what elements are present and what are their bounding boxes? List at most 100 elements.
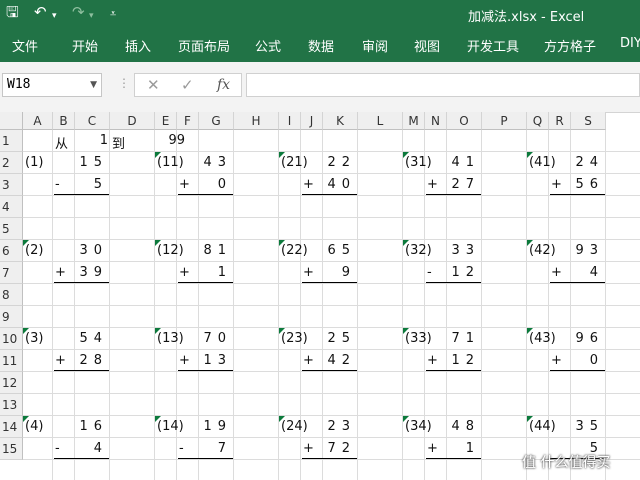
customize-icon[interactable]: ⩡ — [110, 6, 116, 22]
problem-top-operand: 54 — [79, 331, 108, 346]
sum-line — [178, 370, 233, 371]
column-header-d[interactable]: D — [110, 112, 155, 130]
problem-top-operand: 19 — [203, 419, 232, 434]
row-header-6[interactable]: 6 — [0, 240, 23, 262]
column-header-s[interactable]: S — [571, 112, 606, 130]
problem-operator: + — [179, 353, 190, 368]
tab-10[interactable]: DIY — [620, 36, 640, 51]
insert-function-icon[interactable]: fx — [217, 77, 230, 93]
name-box[interactable]: W18 ▼ — [2, 73, 102, 97]
problem-top-operand: 70 — [203, 331, 232, 346]
splitter-handle[interactable]: ⋮ — [118, 76, 130, 94]
problem-bottom-operand: 40 — [327, 177, 356, 192]
column-header-i[interactable]: I — [279, 112, 301, 130]
tab-8[interactable]: 开发工具 — [467, 36, 519, 55]
column-header-f[interactable]: F — [177, 112, 199, 130]
column-header-e[interactable]: E — [155, 112, 177, 130]
problem-top-operand: 71 — [451, 331, 480, 346]
confirm-icon[interactable]: ✓ — [181, 76, 194, 94]
column-header-b[interactable]: B — [53, 112, 75, 130]
problem-top-operand: 81 — [203, 243, 232, 258]
sum-line — [302, 282, 357, 283]
problem-bottom-operand: 5 — [93, 177, 108, 192]
problem-operator: + — [55, 353, 66, 368]
gridline-v — [109, 130, 110, 480]
tab-4[interactable]: 公式 — [255, 36, 281, 55]
tab-6[interactable]: 审阅 — [362, 36, 388, 55]
problem-top-operand: 24 — [575, 155, 604, 170]
row-header-12[interactable]: 12 — [0, 372, 23, 394]
column-header-g[interactable]: G — [199, 112, 234, 130]
problem-bottom-operand: 42 — [327, 353, 356, 368]
problem-label: (2) — [25, 243, 44, 258]
row-header-1[interactable]: 1 — [0, 130, 23, 152]
row-header-10[interactable]: 10 — [0, 328, 23, 350]
sum-line — [550, 282, 605, 283]
problem-operator: + — [427, 353, 438, 368]
problem-top-operand: 16 — [79, 419, 108, 434]
redo-dropdown-icon[interactable]: ▾ — [89, 8, 94, 24]
select-all-corner[interactable] — [0, 112, 23, 130]
comment-indicator-icon — [279, 416, 285, 422]
problem-bottom-operand: 28 — [79, 353, 108, 368]
tab-3[interactable]: 页面布局 — [178, 36, 230, 55]
column-header-k[interactable]: K — [323, 112, 358, 130]
column-header-c[interactable]: C — [75, 112, 110, 130]
sum-line — [54, 458, 109, 459]
tab-1[interactable]: 开始 — [72, 36, 98, 55]
cancel-icon[interactable]: ✕ — [147, 76, 160, 94]
tab-5[interactable]: 数据 — [308, 36, 334, 55]
sum-line — [302, 370, 357, 371]
sum-line — [54, 282, 109, 283]
problem-bottom-operand: 4 — [589, 265, 604, 280]
undo-dropdown-icon[interactable]: ▾ — [52, 8, 57, 24]
save-icon[interactable]: 🖫 — [6, 4, 19, 20]
problem-operator: - — [55, 441, 60, 456]
row-header-11[interactable]: 11 — [0, 350, 23, 372]
sum-line — [54, 370, 109, 371]
column-header-m[interactable]: M — [403, 112, 425, 130]
problem-bottom-operand: 0 — [589, 353, 604, 368]
problem-operator: - — [427, 265, 432, 280]
undo-icon[interactable]: ↶ — [34, 4, 47, 20]
column-header-o[interactable]: O — [447, 112, 482, 130]
sum-line — [178, 282, 233, 283]
row-header-14[interactable]: 14 — [0, 416, 23, 438]
row-header-9[interactable]: 9 — [0, 306, 23, 328]
column-header-n[interactable]: N — [425, 112, 447, 130]
formula-input[interactable] — [246, 73, 640, 97]
comment-indicator-icon — [527, 240, 533, 246]
formula-buttons: ✕ ✓ fx — [134, 73, 242, 97]
column-header-j[interactable]: J — [301, 112, 323, 130]
redo-icon[interactable]: ↷ — [72, 4, 85, 20]
row-header-15[interactable]: 15 — [0, 438, 23, 460]
comment-indicator-icon — [403, 328, 409, 334]
chevron-down-icon[interactable]: ▼ — [90, 74, 97, 96]
row-header-7[interactable]: 7 — [0, 262, 23, 284]
problem-bottom-operand: 4 — [93, 441, 108, 456]
row-header-2[interactable]: 2 — [0, 152, 23, 174]
column-header-p[interactable]: P — [482, 112, 527, 130]
problem-label: (1) — [25, 155, 44, 170]
column-header-q[interactable]: Q — [527, 112, 549, 130]
column-header-r[interactable]: R — [549, 112, 571, 130]
row-header-3[interactable]: 3 — [0, 174, 23, 196]
row-header-13[interactable]: 13 — [0, 394, 23, 416]
tab-2[interactable]: 插入 — [125, 36, 151, 55]
row-header-5[interactable]: 5 — [0, 218, 23, 240]
column-header-a[interactable]: A — [23, 112, 53, 130]
column-header-l[interactable]: L — [358, 112, 403, 130]
comment-indicator-icon — [279, 240, 285, 246]
row-header-4[interactable]: 4 — [0, 196, 23, 218]
cell-grid[interactable]: 从 1 到 99 (1) 15-5 (11) 43 +0 (21) 22 +40 (31) 41 +27 (4… — [23, 130, 640, 480]
ribbon-tabs: 文件 开始 插入 页面布局 公式 数据 审阅 视图 开发工具 方方格子 DIY — [0, 32, 640, 58]
problem-bottom-operand: 27 — [451, 177, 480, 192]
tab-0[interactable]: 文件 — [12, 36, 38, 55]
column-header-h[interactable]: H — [234, 112, 279, 130]
problem-top-operand: 33 — [451, 243, 480, 258]
problem-operator: + — [303, 441, 314, 456]
tab-9[interactable]: 方方格子 — [544, 36, 596, 55]
row-header-8[interactable]: 8 — [0, 284, 23, 306]
problem-operator: + — [303, 265, 314, 280]
tab-7[interactable]: 视图 — [414, 36, 440, 55]
